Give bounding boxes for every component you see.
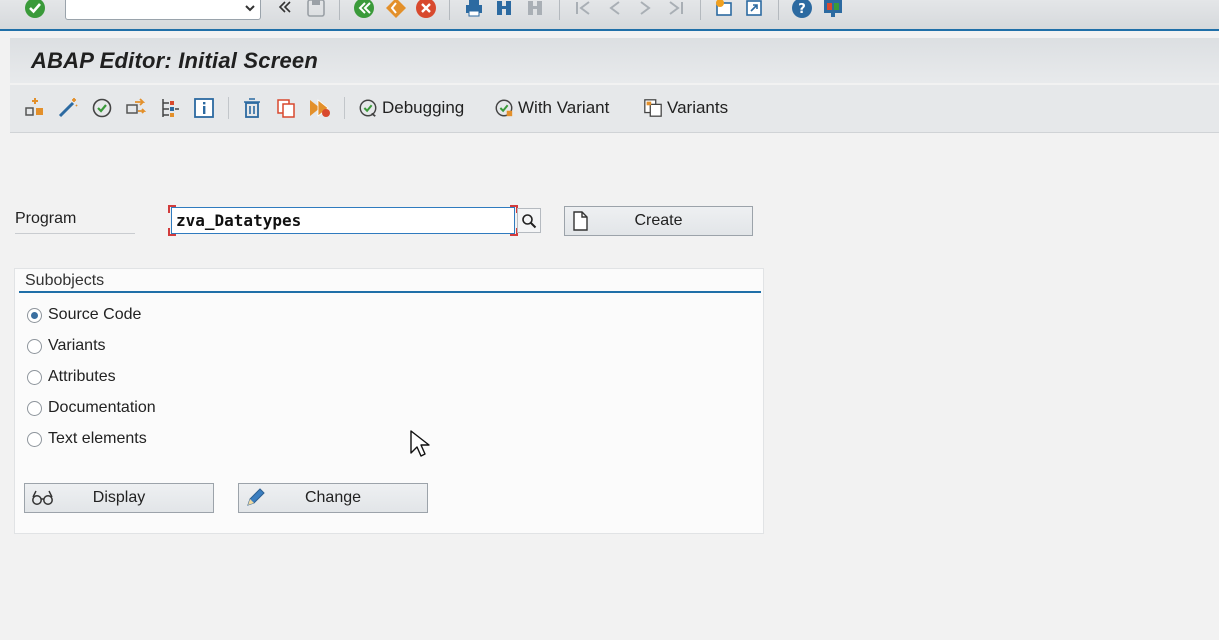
- radio-variants[interactable]: Variants: [27, 335, 106, 357]
- radio-label: Documentation: [48, 399, 156, 416]
- radio-button[interactable]: [27, 369, 42, 385]
- value-help-button[interactable]: [517, 208, 541, 233]
- radio-label: Source Code: [48, 306, 142, 323]
- svg-text:?: ?: [798, 2, 806, 17]
- collapse-icon[interactable]: [276, 0, 294, 18]
- debugging-icon: [359, 99, 377, 117]
- delete-icon[interactable]: [240, 96, 264, 120]
- create-button[interactable]: Create: [564, 206, 753, 236]
- copy-icon[interactable]: [274, 96, 298, 120]
- search-icon: [522, 213, 537, 228]
- system-toolbar: ?: [0, 0, 1219, 31]
- radio-button[interactable]: [27, 338, 42, 354]
- create-label: Create: [634, 212, 683, 229]
- last-page-icon[interactable]: [664, 0, 688, 20]
- program-field: [168, 205, 518, 236]
- other-object-icon[interactable]: [23, 96, 47, 120]
- radio-attributes[interactable]: Attributes: [27, 366, 116, 388]
- with-variant-label: With Variant: [518, 98, 610, 117]
- debugging-label: Debugging: [382, 98, 465, 117]
- where-used-icon[interactable]: [158, 96, 182, 120]
- title-bar: ABAP Editor: Initial Screen: [10, 38, 1219, 83]
- find-next-icon[interactable]: [523, 0, 547, 20]
- back-icon[interactable]: [352, 0, 376, 20]
- radio-button[interactable]: [27, 307, 42, 323]
- activate-icon[interactable]: [124, 96, 148, 120]
- with-variant-icon: [495, 99, 513, 117]
- check-icon[interactable]: [90, 96, 114, 120]
- radio-documentation[interactable]: Documentation: [27, 397, 156, 419]
- radio-label: Text elements: [48, 430, 147, 447]
- wizard-icon[interactable]: [56, 96, 80, 120]
- command-dropdown-icon[interactable]: [244, 1, 256, 19]
- variants-button[interactable]: Variants: [643, 96, 728, 120]
- help-icon[interactable]: ?: [790, 0, 814, 20]
- application-toolbar: Debugging With Variant Variants: [10, 85, 1219, 133]
- display-label: Display: [92, 489, 146, 506]
- previous-page-icon[interactable]: [603, 0, 627, 20]
- change-button[interactable]: Change: [238, 483, 428, 513]
- first-page-icon[interactable]: [571, 0, 595, 20]
- enter-check-icon[interactable]: [23, 0, 47, 20]
- shortcut-icon[interactable]: [742, 0, 766, 20]
- save-icon[interactable]: [304, 0, 328, 20]
- info-icon[interactable]: [192, 96, 216, 120]
- exit-icon[interactable]: [384, 0, 408, 20]
- with-variant-button[interactable]: With Variant: [494, 96, 609, 120]
- radio-button[interactable]: [27, 431, 42, 447]
- variants-label: Variants: [667, 98, 729, 117]
- subobjects-group: Subobjects Source Code Variants Attribut…: [14, 268, 764, 534]
- find-icon[interactable]: [492, 0, 516, 20]
- next-page-icon[interactable]: [633, 0, 657, 20]
- radio-text-elements[interactable]: Text elements: [27, 428, 147, 450]
- change-label: Change: [304, 489, 362, 506]
- display-button[interactable]: Display: [24, 483, 214, 513]
- print-icon[interactable]: [462, 0, 486, 20]
- radio-button[interactable]: [27, 400, 42, 416]
- radio-source-code[interactable]: Source Code: [27, 304, 141, 326]
- subobjects-title: Subobjects: [25, 272, 105, 289]
- program-label: Program: [15, 210, 135, 234]
- command-field[interactable]: [65, 0, 261, 20]
- mouse-cursor-icon: [410, 430, 430, 463]
- debugging-button[interactable]: Debugging: [358, 96, 464, 120]
- variants-icon: [644, 99, 662, 117]
- customize-layout-icon[interactable]: [821, 0, 845, 20]
- program-input[interactable]: [171, 207, 515, 234]
- cancel-icon[interactable]: [414, 0, 438, 20]
- new-session-icon[interactable]: [712, 0, 736, 20]
- command-input[interactable]: [70, 0, 234, 20]
- page-title: ABAP Editor: Initial Screen: [31, 48, 318, 73]
- radio-label: Attributes: [48, 368, 116, 385]
- execute-icon[interactable]: [308, 96, 332, 120]
- radio-label: Variants: [48, 337, 106, 354]
